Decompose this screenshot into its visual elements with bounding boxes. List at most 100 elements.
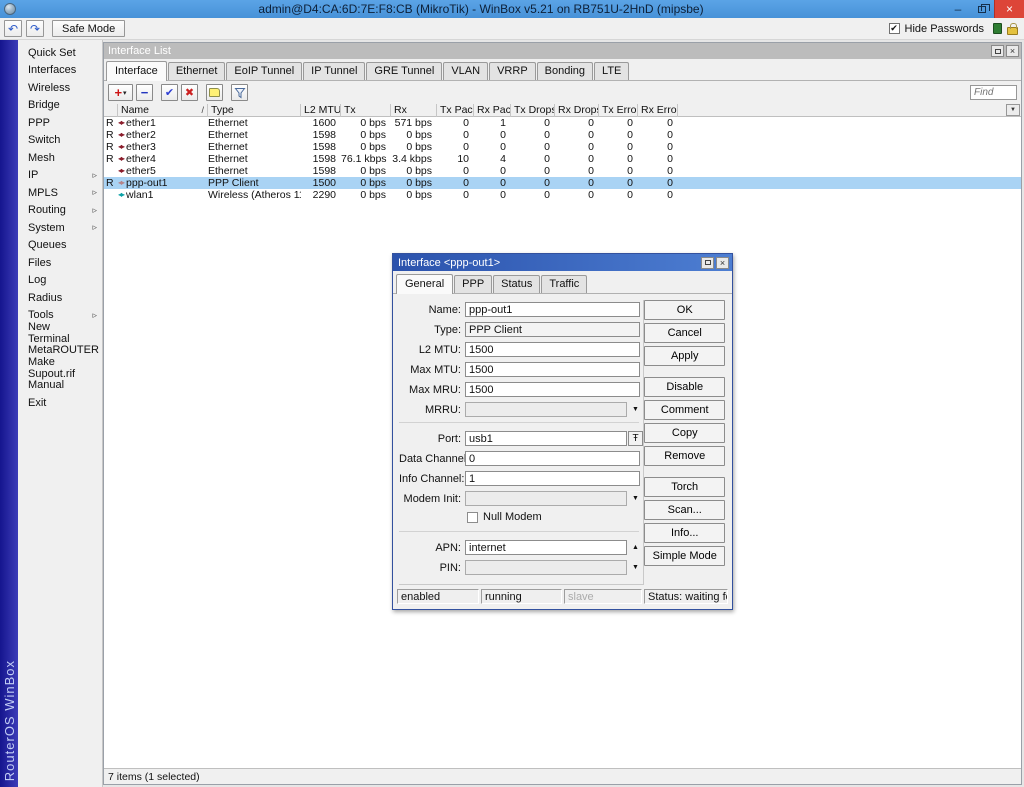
column-header-rx[interactable]: Rx (391, 104, 437, 117)
tab[interactable]: Status (493, 275, 540, 293)
dialog-close-button[interactable]: × (716, 257, 729, 269)
sidebar-item[interactable]: New Terminal ▹ (18, 324, 102, 342)
sidebar-item[interactable]: Quick Set ▹ (18, 44, 102, 62)
tab[interactable]: VLAN (443, 62, 488, 80)
pin-input[interactable] (465, 560, 627, 575)
tab[interactable]: Interface (106, 61, 167, 81)
sidebar-item[interactable]: PPP ▹ (18, 114, 102, 132)
sidebar-item[interactable]: Interfaces ▹ (18, 62, 102, 80)
tab[interactable]: IP Tunnel (303, 62, 365, 80)
name-input[interactable] (465, 302, 640, 317)
table-row[interactable]: R ◂▸ether1 Ethernet 1600 0 bps 571 bps 0… (104, 117, 1021, 129)
table-row[interactable]: R ◂▸ether4 Ethernet 1598 76.1 kbps 3.4 k… (104, 153, 1021, 165)
dialog-titlebar[interactable]: Interface <ppp-out1> × (393, 254, 732, 271)
column-header-type[interactable]: Type (208, 104, 301, 117)
sidebar-item[interactable]: Wireless ▹ (18, 79, 102, 97)
restore-button[interactable] (970, 0, 994, 18)
chevron-down-icon[interactable]: ▼ (632, 495, 639, 502)
dialog-button[interactable]: Simple Mode (644, 546, 725, 566)
redo-button[interactable]: ↷ (26, 20, 44, 37)
max-mru-input[interactable] (465, 382, 640, 397)
column-header-tx-drops[interactable]: Tx Drops (511, 104, 555, 117)
modem-init-input[interactable] (465, 491, 627, 506)
remove-button[interactable]: − (136, 84, 153, 101)
dialog-button[interactable]: Comment (644, 400, 725, 420)
sidebar-item[interactable]: Queues ▹ (18, 237, 102, 255)
dialog-button[interactable]: Apply (644, 346, 725, 366)
table-row[interactable]: R ◂▸ppp-out1 PPP Client 1500 0 bps 0 bps… (104, 177, 1021, 189)
sidebar-item[interactable]: Bridge ▹ (18, 97, 102, 115)
dialog-button[interactable]: OK (644, 300, 725, 320)
tab[interactable]: VRRP (489, 62, 536, 80)
enable-button[interactable]: ✔ (161, 84, 178, 101)
sidebar-item[interactable]: Radius ▹ (18, 289, 102, 307)
tab[interactable]: Ethernet (168, 62, 226, 80)
sidebar-item[interactable]: Log ▹ (18, 272, 102, 290)
column-header-flag[interactable] (104, 104, 118, 117)
max-mtu-input[interactable] (465, 362, 640, 377)
dialog-button[interactable]: Remove (644, 446, 725, 466)
column-header-name[interactable]: Name/ (118, 104, 208, 117)
sidebar-item[interactable]: Exit ▹ (18, 394, 102, 412)
dialog-button[interactable]: Copy (644, 423, 725, 443)
mrru-input[interactable] (465, 402, 627, 417)
column-header-tx-packet[interactable]: Tx Pac... (437, 104, 474, 117)
add-button[interactable]: + ▾ (108, 84, 133, 101)
sidebar-item[interactable]: Make Supout.rif ▹ (18, 359, 102, 377)
undo-button[interactable]: ↶ (4, 20, 22, 37)
tab[interactable]: PPP (454, 275, 492, 293)
dialog-restore-button[interactable] (701, 257, 714, 269)
sidebar-item[interactable]: System ▹ (18, 219, 102, 237)
tab[interactable]: GRE Tunnel (366, 62, 442, 80)
sidebar-item[interactable]: Switch ▹ (18, 132, 102, 150)
dialog-button[interactable]: Info... (644, 523, 725, 543)
column-header-tx[interactable]: Tx (341, 104, 391, 117)
dialog-button[interactable]: Scan... (644, 500, 725, 520)
column-header-rx-drops[interactable]: Rx Drops (555, 104, 599, 117)
chevron-up-icon[interactable]: ▲ (632, 544, 639, 551)
tab[interactable]: Traffic (541, 275, 587, 293)
sidebar-item[interactable]: Routing ▹ (18, 202, 102, 220)
interface-list-titlebar[interactable]: Interface List × (104, 43, 1021, 59)
window-close-button[interactable]: × (1006, 45, 1019, 57)
find-input[interactable] (970, 85, 1017, 100)
dialog-button[interactable]: Torch (644, 477, 725, 497)
column-select-button[interactable]: ▼ (1006, 104, 1020, 116)
minimize-button[interactable]: – (946, 0, 970, 18)
sidebar-item[interactable]: MPLS ▹ (18, 184, 102, 202)
disable-button[interactable]: ✖ (181, 84, 198, 101)
tab[interactable]: General (396, 274, 453, 294)
l2mtu-value: 1598 (301, 165, 341, 177)
apn-input[interactable] (465, 540, 627, 555)
close-button[interactable]: × (994, 0, 1024, 18)
tab[interactable]: Bonding (537, 62, 593, 80)
data-channel-input[interactable] (465, 451, 640, 466)
window-restore-button[interactable] (991, 45, 1004, 57)
info-channel-input[interactable] (465, 471, 640, 486)
null-modem-checkbox[interactable] (467, 512, 478, 523)
column-header-tx-errors[interactable]: Tx Errors (599, 104, 638, 117)
table-row[interactable]: R ◂▸ether3 Ethernet 1598 0 bps 0 bps 0 0… (104, 141, 1021, 153)
sidebar-item[interactable]: Files ▹ (18, 254, 102, 272)
table-row[interactable]: ◂▸wlan1 Wireless (Atheros 11N) 2290 0 bp… (104, 189, 1021, 201)
chevron-down-icon[interactable]: ▼ (632, 406, 639, 413)
column-header-rx-packet[interactable]: Rx Pac... (474, 104, 511, 117)
dialog-button[interactable]: Disable (644, 377, 725, 397)
safe-mode-button[interactable]: Safe Mode (52, 20, 125, 37)
sidebar-item[interactable]: Mesh ▹ (18, 149, 102, 167)
filter-button[interactable] (231, 84, 248, 101)
port-input[interactable] (465, 431, 627, 446)
tab[interactable]: EoIP Tunnel (226, 62, 302, 80)
tab[interactable]: LTE (594, 62, 629, 80)
dialog-button[interactable]: Cancel (644, 323, 725, 343)
column-header-rx-errors[interactable]: Rx Errors (638, 104, 678, 117)
table-row[interactable]: ◂▸ether5 Ethernet 1598 0 bps 0 bps 0 0 0… (104, 165, 1021, 177)
table-row[interactable]: R ◂▸ether2 Ethernet 1598 0 bps 0 bps 0 0… (104, 129, 1021, 141)
port-list-button[interactable]: Ŧ (628, 431, 643, 446)
chevron-down-icon[interactable]: ▼ (632, 564, 639, 571)
column-header-l2mtu[interactable]: L2 MTU (301, 104, 341, 117)
l2mtu-input[interactable] (465, 342, 640, 357)
hide-passwords-checkbox[interactable]: ✔ (889, 23, 900, 34)
sidebar-item[interactable]: IP ▹ (18, 167, 102, 185)
comment-button[interactable] (206, 84, 223, 101)
